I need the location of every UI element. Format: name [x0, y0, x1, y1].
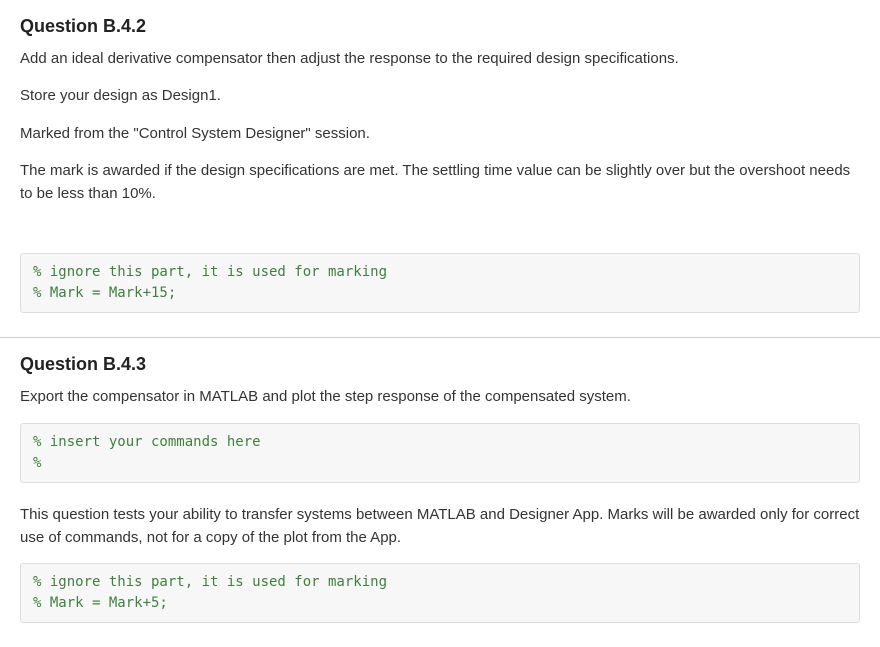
- question-b43-code-block-1: % insert your commands here %: [20, 423, 860, 483]
- question-b42-code-block: % ignore this part, it is used for marki…: [20, 253, 860, 313]
- question-b42-para2: Store your design as Design1.: [20, 84, 860, 107]
- question-b43-para2: This question tests your ability to tran…: [20, 503, 860, 550]
- code-comment-line: % insert your commands here: [33, 434, 261, 450]
- code-comment-line: % ignore this part, it is used for marki…: [33, 574, 387, 590]
- question-b43-code-block-2: % ignore this part, it is used for marki…: [20, 563, 860, 623]
- code-comment-line: %: [33, 455, 41, 471]
- question-b42-title: Question B.4.2: [20, 16, 860, 37]
- question-b42-para3: Marked from the "Control System Designer…: [20, 122, 860, 145]
- code-comment-line: % Mark = Mark+15;: [33, 285, 176, 301]
- question-b42-section: Question B.4.2 Add an ideal derivative c…: [0, 0, 880, 338]
- question-b42-para1: Add an ideal derivative compensator then…: [20, 47, 860, 70]
- question-b43-para1: Export the compensator in MATLAB and plo…: [20, 385, 860, 408]
- question-b43-title: Question B.4.3: [20, 354, 860, 375]
- spacer: [20, 219, 860, 243]
- code-comment-line: % Mark = Mark+5;: [33, 595, 168, 611]
- code-comment-line: % ignore this part, it is used for marki…: [33, 264, 387, 280]
- question-b42-para4: The mark is awarded if the design specif…: [20, 159, 860, 206]
- question-b43-section: Question B.4.3 Export the compensator in…: [0, 338, 880, 647]
